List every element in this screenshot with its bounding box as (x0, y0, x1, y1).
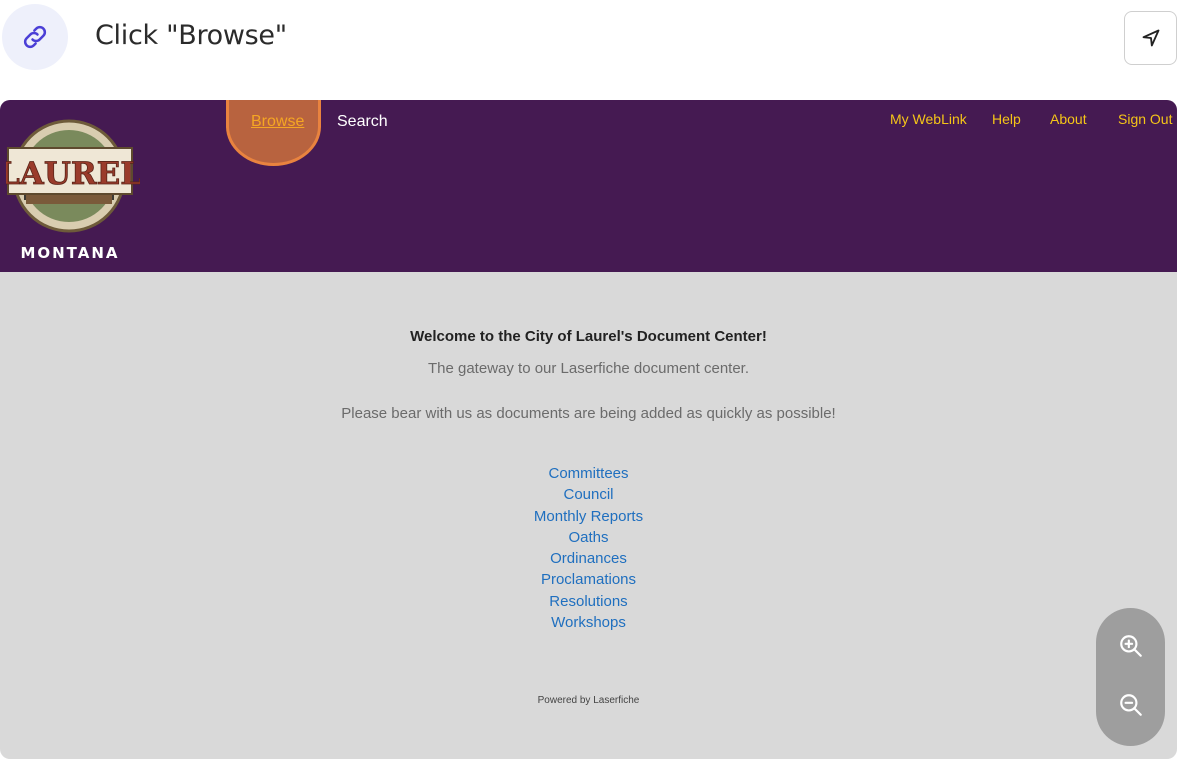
welcome-heading: Welcome to the City of Laurel's Document… (410, 328, 767, 345)
powered-by-text: Powered by Laserfiche (537, 695, 640, 706)
zoom-in-icon[interactable] (1118, 633, 1144, 659)
folder-link-monthly-reports[interactable]: Monthly Reports (0, 506, 1177, 527)
notice-text: Please bear with us as documents are bei… (341, 405, 836, 422)
laurel-montana-seal[interactable]: LAUREL MONTANA (6, 108, 140, 268)
gateway-text: The gateway to our Laserfiche document c… (427, 360, 750, 377)
webpage-frame: LAUREL MONTANA Browse Search My WebLink … (0, 100, 1177, 759)
navigation-arrow-icon (1142, 29, 1159, 47)
nav-sign-out[interactable]: Sign Out (1118, 111, 1172, 127)
folder-link-workshops[interactable]: Workshops (0, 612, 1177, 633)
logo-text-laurel: LAUREL (6, 156, 140, 192)
link-icon (23, 25, 47, 49)
instruction-text: Click "Browse" (95, 20, 287, 51)
browse-click-highlight (226, 100, 321, 166)
instruction-bar: Click "Browse" (0, 0, 1177, 78)
nav-about[interactable]: About (1050, 111, 1087, 127)
logo-text-montana: MONTANA (20, 244, 119, 262)
nav-my-weblink[interactable]: My WebLink (890, 111, 967, 127)
folder-link-ordinances[interactable]: Ordinances (0, 548, 1177, 569)
link-icon-badge (2, 4, 68, 70)
folder-link-proclamations[interactable]: Proclamations (0, 569, 1177, 590)
folder-link-resolutions[interactable]: Resolutions (0, 591, 1177, 612)
zoom-controls (1096, 608, 1165, 746)
nav-browse-link[interactable]: Browse (251, 113, 304, 131)
nav-help[interactable]: Help (992, 111, 1021, 127)
navigate-button[interactable] (1124, 11, 1177, 65)
folder-list: Committees Council Monthly Reports Oaths… (0, 463, 1177, 633)
folder-link-oaths[interactable]: Oaths (0, 527, 1177, 548)
site-header: LAUREL MONTANA Browse Search My WebLink … (0, 100, 1177, 272)
zoom-out-icon[interactable] (1118, 692, 1144, 718)
main-content: Welcome to the City of Laurel's Document… (0, 272, 1177, 759)
nav-search-link[interactable]: Search (337, 113, 388, 131)
folder-link-council[interactable]: Council (0, 484, 1177, 505)
folder-link-committees[interactable]: Committees (0, 463, 1177, 484)
